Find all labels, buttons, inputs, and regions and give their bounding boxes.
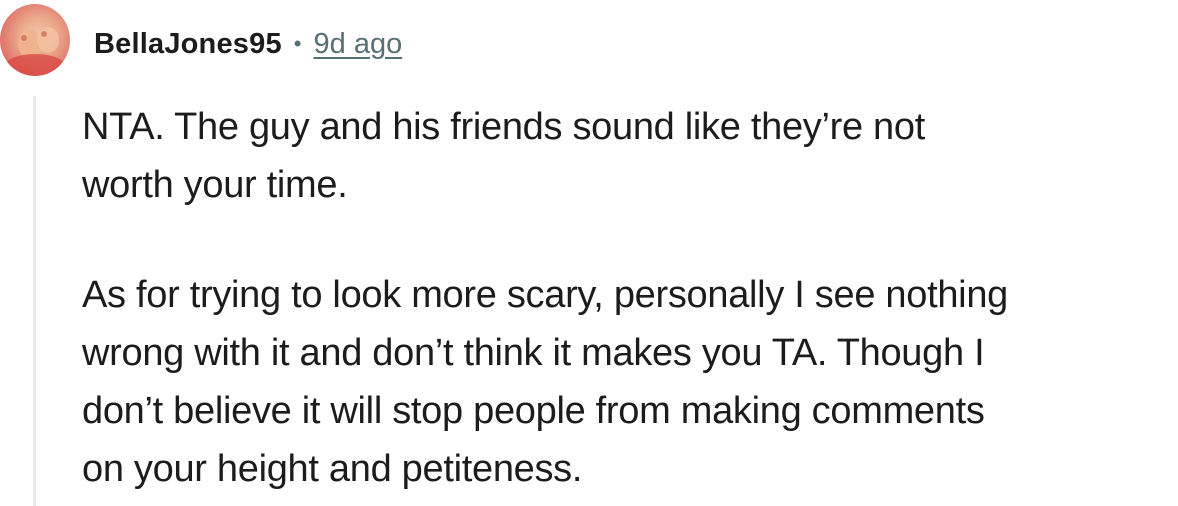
author-username[interactable]: BellaJones95 bbox=[94, 28, 282, 61]
meta-separator: • bbox=[293, 31, 302, 56]
comment-paragraph: NTA. The guy and his friends sound like … bbox=[82, 106, 925, 206]
comment-timestamp[interactable]: 9d ago bbox=[314, 28, 403, 61]
thread-line[interactable] bbox=[33, 96, 36, 506]
user-avatar-icon[interactable] bbox=[0, 4, 70, 76]
comment: BellaJones95 • 9d ago NTA. The guy and h… bbox=[0, 0, 1178, 506]
comment-header: BellaJones95 • 9d ago bbox=[94, 22, 402, 66]
comment-paragraph: As for trying to look more scary, person… bbox=[82, 274, 1008, 490]
comment-body: NTA. The guy and his friends sound like … bbox=[82, 98, 1174, 498]
